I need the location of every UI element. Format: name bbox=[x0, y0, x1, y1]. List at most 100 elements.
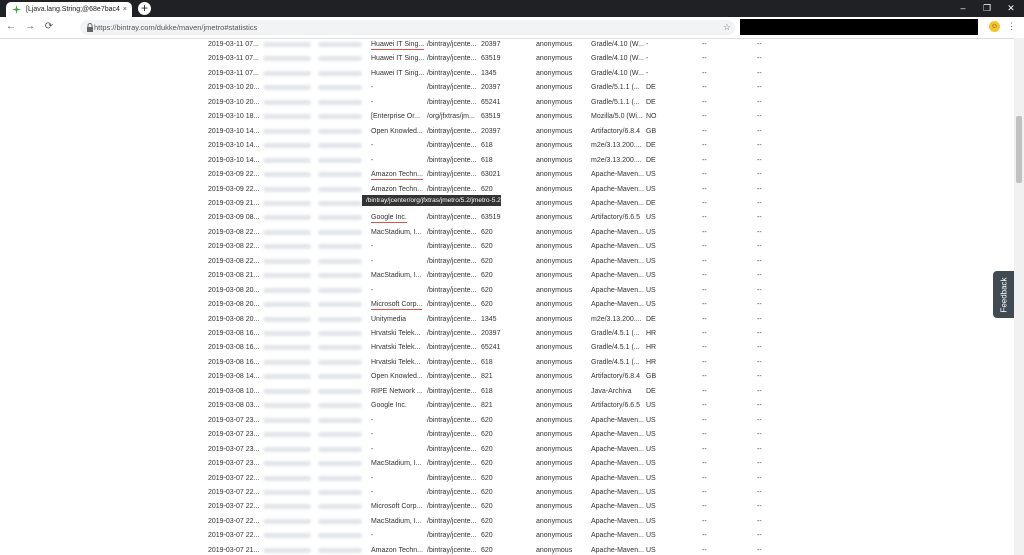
path-cell[interactable]: /bintray/jcente... bbox=[427, 84, 476, 92]
path-cell[interactable]: /bintray/jcente... bbox=[427, 547, 476, 555]
window-close-icon[interactable]: ✕ bbox=[1004, 2, 1018, 15]
col10-cell: -- bbox=[757, 546, 762, 554]
org-cell[interactable]: Amazon Techn... bbox=[371, 186, 423, 194]
path-cell[interactable]: /bintray/jcente... bbox=[427, 157, 476, 165]
path-cell[interactable]: /bintray/jcente... bbox=[427, 503, 476, 511]
path-cell[interactable]: /bintray/jcente... bbox=[427, 99, 476, 107]
org-cell[interactable]: Hrvatski Telek... bbox=[371, 359, 420, 367]
active-tab[interactable]: [Ljava.lang.String;@68e7bac4 at × bbox=[6, 2, 132, 17]
back-icon[interactable]: ← bbox=[5, 21, 17, 33]
org-cell[interactable]: MacStadium, I... bbox=[371, 272, 422, 280]
path-cell[interactable]: /bintray/jcente... bbox=[427, 214, 476, 222]
country-cell: US bbox=[646, 532, 656, 540]
redacted-value bbox=[263, 287, 311, 293]
path-cell[interactable]: /bintray/jcente... bbox=[427, 489, 476, 497]
agent-cell: Apache-Maven... bbox=[591, 546, 644, 554]
path-cell[interactable]: /bintray/jcente... bbox=[427, 301, 476, 309]
reload-icon[interactable]: ⟳ bbox=[43, 21, 55, 33]
org-cell[interactable]: Huawei IT Sing... bbox=[371, 41, 425, 50]
path-cell[interactable]: /bintray/jcente... bbox=[427, 258, 476, 266]
path-cell[interactable]: /bintray/jcente... bbox=[427, 243, 476, 251]
org-cell[interactable]: MacStadium, I... bbox=[371, 518, 422, 526]
path-cell[interactable]: /bintray/jcente... bbox=[427, 344, 476, 352]
path-cell[interactable]: /bintray/jcente... bbox=[427, 475, 476, 483]
path-cell[interactable]: /bintray/jcente... bbox=[427, 431, 476, 439]
org-cell[interactable]: - bbox=[371, 84, 373, 92]
feedback-button[interactable]: Feedback bbox=[993, 271, 1014, 318]
path-cell[interactable]: /bintray/jcente... bbox=[427, 287, 476, 295]
col10-cell: -- bbox=[757, 55, 762, 63]
tab-close-icon[interactable]: × bbox=[123, 5, 127, 14]
org-cell[interactable]: - bbox=[371, 446, 373, 454]
org-cell[interactable]: - bbox=[371, 142, 373, 150]
path-cell[interactable]: /bintray/jcente... bbox=[427, 402, 476, 410]
path-cell[interactable]: /bintray/jcente... bbox=[427, 128, 476, 136]
scrollbar-thumb[interactable] bbox=[1016, 116, 1022, 183]
org-cell[interactable]: Google Inc. bbox=[371, 402, 407, 410]
path-cell[interactable]: /bintray/jcente... bbox=[427, 229, 476, 237]
new-tab-button[interactable]: + bbox=[138, 2, 151, 15]
path-cell[interactable]: /bintray/jcente... bbox=[427, 171, 476, 179]
path-cell[interactable]: /bintray/jcente... bbox=[427, 373, 476, 381]
org-cell[interactable]: Amazon Techn... bbox=[371, 547, 423, 555]
org-cell[interactable]: Huawei IT Sing... bbox=[371, 55, 424, 63]
org-cell[interactable]: - bbox=[371, 417, 373, 425]
page-scrollbar[interactable] bbox=[1014, 38, 1024, 555]
org-cell[interactable]: [Enterprise Or... bbox=[371, 113, 420, 121]
org-cell[interactable]: - bbox=[371, 258, 373, 266]
org-cell[interactable]: - bbox=[371, 243, 373, 251]
org-cell[interactable]: RIPE Network ... bbox=[371, 388, 423, 396]
path-cell[interactable]: /bintray/jcente... bbox=[427, 142, 476, 150]
org-cell[interactable]: - bbox=[371, 287, 373, 295]
path-cell[interactable]: /bintray/jcente... bbox=[427, 272, 476, 280]
path-cell[interactable]: /bintray/jcente... bbox=[427, 446, 476, 454]
maximize-icon[interactable]: ❐ bbox=[980, 2, 994, 15]
org-cell[interactable]: Amazon Techn... bbox=[371, 171, 424, 181]
org-cell[interactable]: Hrvatski Telek... bbox=[371, 330, 420, 338]
org-cell[interactable]: - bbox=[371, 157, 373, 165]
col9-cell: -- bbox=[702, 503, 707, 511]
path-cell[interactable]: /bintray/jcente... bbox=[427, 518, 476, 526]
path-cell[interactable]: /bintray/jcente... bbox=[427, 330, 476, 338]
org-cell[interactable]: Microsoft Corp... bbox=[371, 503, 422, 511]
org-cell[interactable]: - bbox=[371, 475, 373, 483]
org-cell[interactable]: Google Inc. bbox=[371, 214, 407, 224]
profile-smiley-icon[interactable]: ☺ bbox=[989, 21, 1000, 32]
path-cell[interactable]: /bintray/jcente... bbox=[427, 359, 476, 367]
path-cell[interactable]: /bintray/jcente... bbox=[427, 55, 476, 63]
org-cell[interactable]: - bbox=[371, 489, 373, 497]
minimize-icon[interactable]: – bbox=[956, 2, 970, 15]
path-cell[interactable]: /bintray/jcente... bbox=[427, 388, 476, 396]
org-cell[interactable]: - bbox=[371, 431, 373, 439]
org-cell[interactable]: MacStadium, I... bbox=[371, 229, 422, 237]
path-cell[interactable]: /bintray/jcente... bbox=[427, 186, 476, 194]
org-cell[interactable]: - bbox=[371, 99, 373, 107]
redacted-value bbox=[263, 99, 311, 105]
bookmark-star-icon[interactable]: ☆ bbox=[723, 22, 731, 33]
path-cell[interactable]: /bintray/jcente... bbox=[427, 316, 476, 324]
org-cell[interactable]: Open Knowled... bbox=[371, 373, 423, 381]
org-cell[interactable]: MacStadium, I... bbox=[371, 460, 422, 468]
col10-cell: -- bbox=[757, 358, 762, 366]
path-cell[interactable]: /bintray/jcente... bbox=[427, 532, 476, 540]
address-bar[interactable]: https://bintray.com/dukke/maven/jmetro#s… bbox=[80, 20, 735, 35]
agent-cell: Apache-Maven... bbox=[591, 286, 644, 294]
browser-menu-icon[interactable]: ⋮ bbox=[1007, 21, 1016, 32]
org-cell[interactable]: Open Knowled... bbox=[371, 128, 423, 136]
org-cell[interactable]: Unitymedia bbox=[371, 316, 406, 324]
org-cell[interactable]: Microsoft Corp... bbox=[371, 301, 423, 311]
user-cell: anonymous bbox=[536, 387, 573, 395]
size-cell: 620 bbox=[481, 185, 493, 193]
path-cell[interactable]: /bintray/jcente... bbox=[427, 41, 476, 49]
path-cell[interactable]: /bintray/jcente... bbox=[427, 417, 476, 425]
table-row: 2019-03-08 16... Hrvatski Telek... /bintra… bbox=[0, 341, 1014, 355]
path-cell[interactable]: /bintray/jcente... bbox=[427, 460, 476, 468]
user-cell: anonymous bbox=[536, 41, 573, 48]
forward-icon[interactable]: → bbox=[24, 21, 36, 33]
path-cell[interactable]: /bintray/jcente... bbox=[427, 70, 476, 78]
org-cell[interactable]: Hrvatski Telek... bbox=[371, 344, 420, 352]
org-cell[interactable]: - bbox=[371, 532, 373, 540]
org-cell[interactable]: Huawei IT Sing... bbox=[371, 70, 424, 78]
user-cell: anonymous bbox=[536, 373, 573, 381]
path-cell[interactable]: /org/jfxtras/jm... bbox=[427, 113, 475, 121]
